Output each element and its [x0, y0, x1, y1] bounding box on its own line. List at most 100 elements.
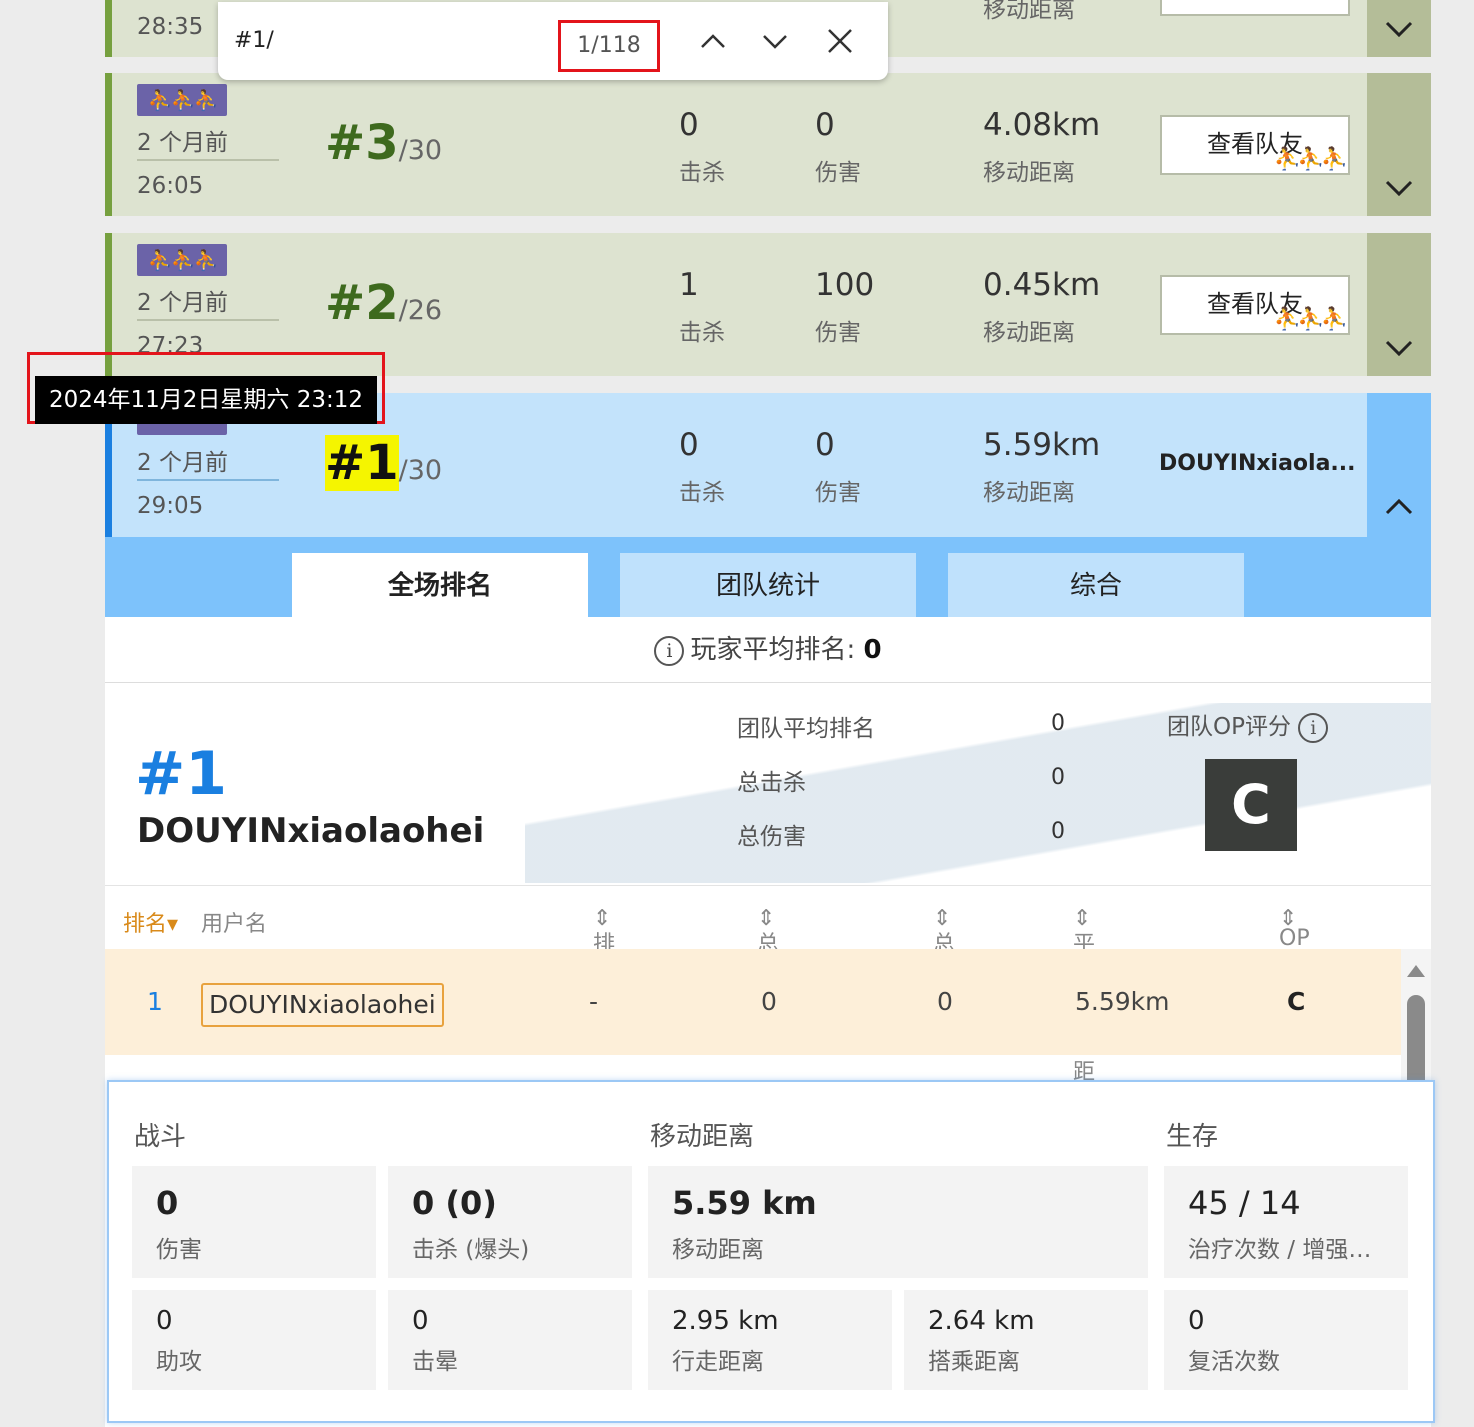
col-place[interactable]: 排名⇕ [593, 906, 615, 989]
distance-label: 移动距离 [983, 320, 1075, 346]
section-survival: 生存 [1166, 1122, 1219, 1152]
assists-label: 助攻 [156, 1349, 202, 1375]
avg-rank-value: 0 [863, 635, 882, 665]
move-distance-value: 5.59 km [672, 1184, 817, 1222]
runners-icon: ⛹⛹⛹ [1273, 147, 1348, 172]
total-kills-label: 总击杀 [737, 770, 806, 796]
distance-value: 4.08km [983, 107, 1101, 143]
heals-boosts-stat: 45 / 14 治疗次数 / 增强… [1164, 1166, 1408, 1278]
row-op: C [1287, 987, 1306, 1016]
squad-mode-badge: ⛹⛹⛹ [137, 244, 227, 276]
chevron-up-icon[interactable] [696, 24, 730, 58]
walk-distance-label: 行走距离 [672, 1349, 764, 1375]
match-duration: 26:05 [137, 173, 204, 199]
kills-label: 击杀 [679, 480, 725, 506]
view-teammates-button[interactable]: 查看队友 ⛹⛹⛹ [1160, 115, 1350, 175]
row-username[interactable]: DOUYINxiaolaohei [201, 983, 444, 1027]
chevron-down-icon[interactable] [758, 24, 792, 58]
kills-value: 1 [679, 267, 699, 303]
match-time-ago: 2 个月前 [137, 290, 228, 316]
col-total-damage[interactable]: 总伤害⇕ [933, 906, 955, 1021]
damage-stat-value: 0 [156, 1184, 179, 1222]
avg-rank-label: 玩家平均排名: [690, 635, 856, 665]
damage-stat-label: 伤害 [156, 1237, 202, 1263]
kills-stat-label: 击杀 (爆头) [412, 1237, 530, 1263]
damage-value: 0 [815, 107, 835, 143]
chevron-down-icon [1385, 340, 1413, 356]
tab-summary[interactable]: 综合 [948, 553, 1244, 617]
team-summary: #1 DOUYINxiaolaohei 团队平均排名 0 总击杀 0 总伤害 0… [105, 683, 1431, 883]
match-side-stripe [105, 73, 112, 216]
match-duration: 28:35 [137, 14, 204, 40]
walk-distance-value: 2.95 km [672, 1306, 779, 1336]
divider [137, 319, 279, 321]
rank-total: /30 [398, 135, 443, 166]
player-average-rank: i 玩家平均排名: 0 [105, 617, 1431, 683]
match-card[interactable]: ⛹⛹⛹ 2 个月前 26:05 #3/30 0 击杀 0 伤害 4.08km 移… [105, 73, 1431, 216]
tab-team-stats[interactable]: 团队统计 [620, 553, 916, 617]
distance-value: 5.59km [983, 427, 1101, 463]
revives-stat: 0 复活次数 [1164, 1290, 1408, 1390]
ride-distance-label: 搭乘距离 [928, 1349, 1020, 1375]
move-distance-stat: 5.59 km 移动距离 [648, 1166, 1148, 1278]
team-rank: #1 [135, 739, 228, 809]
distance-label: 移动距离 [983, 480, 1075, 506]
ride-distance-value: 2.64 km [928, 1306, 1035, 1336]
col-username: 用户名 [201, 912, 268, 937]
col-total-kills[interactable]: 总击杀⇕ [757, 906, 779, 1021]
expand-match-button[interactable] [1367, 233, 1431, 376]
col-avg-distance[interactable]: 平均移动距离⇕ [1073, 906, 1095, 1117]
player-name[interactable]: DOUYINxiaola... [1159, 451, 1356, 476]
match-side-stripe [105, 0, 112, 57]
heals-boosts-value: 45 / 14 [1188, 1184, 1301, 1222]
assists-value: 0 [156, 1306, 173, 1336]
tab-overall-ranking[interactable]: 全场排名 [292, 553, 588, 617]
chevron-down-icon [1385, 180, 1413, 196]
move-distance-label: 移动距离 [672, 1237, 764, 1263]
team-op-label: 团队OP评分 [1167, 714, 1291, 740]
scroll-thumb[interactable] [1407, 995, 1425, 1089]
dbnos-label: 击晕 [412, 1349, 458, 1375]
kills-label: 击杀 [679, 160, 725, 186]
info-icon[interactable]: i [1298, 712, 1329, 743]
view-teammates-button[interactable] [1160, 0, 1350, 16]
match-rank: #1/30 [325, 435, 442, 491]
match-rank: #2/26 [325, 275, 442, 331]
find-match-count: 1/118 [558, 20, 660, 72]
expand-match-button[interactable] [1367, 0, 1431, 57]
distance-value: 0.45km [983, 267, 1101, 303]
date-tooltip-highlight: 2024年11月2日星期六 23:12 [27, 352, 385, 424]
view-teammates-button[interactable]: 查看队友 ⛹⛹⛹ [1160, 275, 1350, 335]
close-icon[interactable] [823, 24, 857, 58]
rank-number: #1 [325, 435, 399, 491]
kills-label: 击杀 [679, 320, 725, 346]
divider [137, 479, 279, 481]
kills-value: 0 [679, 107, 699, 143]
date-tooltip: 2024年11月2日星期六 23:12 [35, 376, 377, 424]
total-damage-label: 总伤害 [737, 824, 806, 850]
row-kills: 0 [761, 987, 777, 1016]
match-rank: #3/30 [325, 115, 442, 171]
match-time-ago: 2 个月前 [137, 130, 228, 156]
ranking-table-header: 排名▾ 用户名 排名⇕ 总击杀⇕ 总伤害⇕ 平均移动距离⇕ OP评分⇕ [105, 885, 1431, 1117]
walk-distance-stat: 2.95 km 行走距离 [648, 1290, 892, 1390]
collapse-match-button[interactable] [1367, 393, 1431, 537]
rank-total: /26 [398, 295, 443, 326]
scrollbar[interactable] [1401, 949, 1431, 1089]
col-rank[interactable]: 排名▾ [123, 906, 178, 938]
damage-label: 伤害 [815, 320, 861, 346]
kills-stat: 0 (0) 击杀 (爆头) [388, 1166, 632, 1278]
runners-icon: ⛹⛹⛹ [1273, 307, 1348, 332]
table-row[interactable]: 1 DOUYINxiaolaohei - 0 0 5.59km C [105, 949, 1401, 1055]
row-place: - [589, 987, 599, 1016]
find-input[interactable]: #1/ [234, 28, 274, 53]
heals-boosts-label: 治疗次数 / 增强… [1188, 1237, 1372, 1263]
col-op-score[interactable]: OP评分⇕ [1279, 906, 1310, 1014]
section-combat: 战斗 [134, 1122, 187, 1152]
team-name: DOUYINxiaolaohei [137, 811, 485, 851]
total-kills-value: 0 [1051, 765, 1065, 790]
expand-match-button[interactable] [1367, 73, 1431, 216]
info-icon[interactable]: i [654, 635, 685, 666]
match-time-ago: 2 个月前 [137, 450, 228, 476]
scroll-up-icon[interactable] [1407, 965, 1425, 977]
